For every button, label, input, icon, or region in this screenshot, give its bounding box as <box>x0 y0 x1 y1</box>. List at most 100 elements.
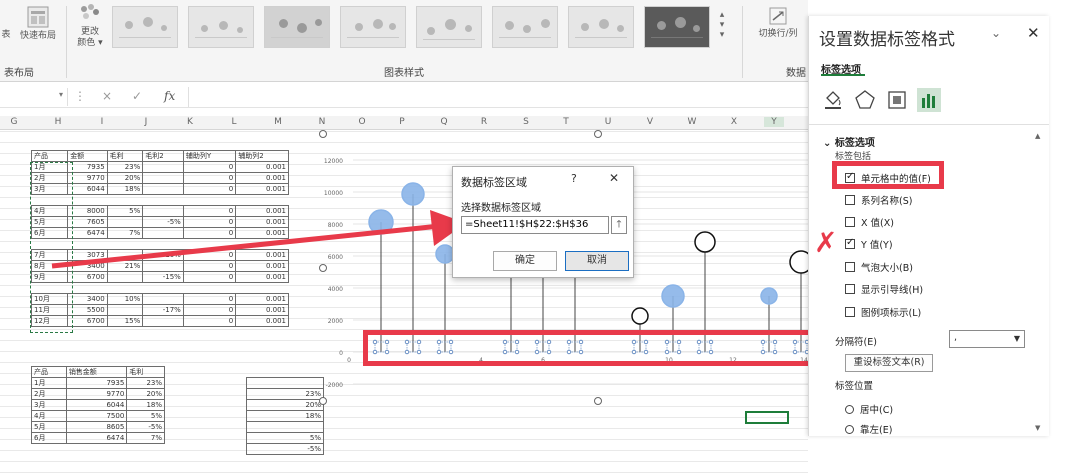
size-properties-icon[interactable] <box>885 88 909 112</box>
table-cell[interactable]: 0.001 <box>235 161 289 173</box>
table-cell[interactable]: 0 <box>182 172 237 184</box>
fill-line-icon[interactable] <box>821 88 845 112</box>
table-cell[interactable]: 9770 <box>67 172 108 184</box>
table-cell[interactable]: 0 <box>182 315 237 327</box>
table-cell[interactable]: 0.001 <box>235 293 289 305</box>
table-cell[interactable]: 0.001 <box>235 216 289 228</box>
table-header-cell[interactable]: 毛利 <box>126 366 165 378</box>
table-button[interactable]: 表 <box>0 30 12 41</box>
table-cell[interactable]: 23% <box>246 388 324 400</box>
table-cell[interactable] <box>142 315 184 327</box>
table-cell[interactable]: 5% <box>126 410 165 422</box>
table-cell[interactable]: 7605 <box>67 216 108 228</box>
chart-style-8[interactable] <box>644 6 710 48</box>
table-cell[interactable]: 3073 <box>67 249 108 261</box>
checkbox[interactable] <box>845 237 855 249</box>
selected-cell[interactable] <box>745 411 789 424</box>
table-cell[interactable]: 21% <box>106 260 144 272</box>
checkbox[interactable] <box>845 262 855 272</box>
column-header[interactable]: K <box>180 117 200 127</box>
radio-button[interactable] <box>845 425 854 434</box>
checkbox[interactable] <box>845 195 855 205</box>
change-colors-button[interactable]: 更改 颜色 ▾ <box>72 4 108 49</box>
column-header[interactable]: R <box>474 117 494 127</box>
table-cell[interactable]: 8000 <box>67 205 108 217</box>
more-options-icon[interactable]: ⋮ <box>74 89 86 103</box>
chevron-down-icon[interactable]: ⌄ <box>991 26 1001 40</box>
chart-resize-handle[interactable] <box>319 130 327 138</box>
table-cell[interactable]: 6700 <box>67 315 108 327</box>
table-cell[interactable] <box>67 282 108 294</box>
table-cell[interactable] <box>67 194 108 206</box>
chart-style-2[interactable] <box>188 6 254 48</box>
table-cell[interactable]: 7935 <box>65 377 128 389</box>
chart-resize-handle[interactable] <box>594 130 602 138</box>
table-cell[interactable]: 6474 <box>65 432 128 444</box>
table-cell[interactable]: 6044 <box>67 183 108 195</box>
table-header-cell[interactable]: 毛利2 <box>142 150 184 162</box>
table-cell[interactable] <box>142 161 184 173</box>
gallery-more-arrow[interactable]: ▴ ▾ ▾ <box>716 10 728 50</box>
table-cell[interactable] <box>142 282 184 294</box>
ok-button[interactable]: 确定 <box>493 251 557 271</box>
table-cell[interactable]: 4月 <box>31 410 67 422</box>
table-cell[interactable]: 8605 <box>65 421 128 433</box>
table-cell[interactable]: 0 <box>182 260 237 272</box>
table-cell[interactable] <box>235 238 289 250</box>
table-cell[interactable]: 5月 <box>31 421 67 433</box>
option-x-value[interactable]: X 值(X) <box>845 215 894 229</box>
table-cell[interactable]: 6月 <box>31 432 67 444</box>
column-header[interactable]: P <box>392 117 412 127</box>
cancel-icon[interactable]: × <box>102 89 112 103</box>
section-label-options[interactable]: ⌄ 标签选项 <box>823 134 875 149</box>
option-legend-key[interactable]: 图例项标示(L) <box>845 305 921 319</box>
table-header-cell[interactable]: 销售金额 <box>65 366 128 378</box>
table-header-cell[interactable]: 毛利 <box>106 150 144 162</box>
table-cell[interactable] <box>183 238 236 250</box>
column-header[interactable]: X <box>724 117 744 127</box>
table-cell[interactable]: 20% <box>106 172 144 184</box>
table-cell[interactable]: 0.001 <box>235 183 289 195</box>
radio-left[interactable]: 靠左(E) <box>845 422 892 436</box>
column-header[interactable]: S <box>516 117 536 127</box>
table-header-cell[interactable]: 辅助列Y <box>182 150 237 162</box>
separator-select[interactable]: , ▼ <box>949 330 1025 348</box>
table-cell[interactable]: 0.001 <box>235 205 289 217</box>
column-header[interactable]: H <box>48 117 68 127</box>
chart-style-5[interactable] <box>416 6 482 48</box>
column-header[interactable]: U <box>598 117 618 127</box>
table-cell[interactable]: -10% <box>142 249 184 261</box>
collapse-range-icon[interactable]: 🡑 <box>611 216 627 234</box>
radio-center[interactable]: 居中(C) <box>845 402 893 416</box>
table-cell[interactable]: -5% <box>246 443 324 455</box>
table-cell[interactable]: 23% <box>126 377 165 389</box>
table-cell[interactable]: 5500 <box>67 304 108 316</box>
table-cell[interactable]: 5% <box>246 432 324 444</box>
table-cell[interactable] <box>246 421 324 433</box>
table-cell[interactable]: 20% <box>126 388 165 400</box>
close-icon[interactable]: ✕ <box>1027 24 1040 42</box>
table-cell[interactable]: 15% <box>106 315 144 327</box>
pane-scrollbar[interactable]: ▲ ▼ <box>1035 132 1043 432</box>
table-cell[interactable]: 18% <box>126 399 165 411</box>
table-cell[interactable]: 18% <box>246 410 324 422</box>
formula-input[interactable] <box>188 87 808 107</box>
name-box[interactable]: ▾ <box>0 88 68 106</box>
option-leader-lines[interactable]: 显示引导线(H) <box>845 282 923 296</box>
column-header[interactable]: L <box>224 117 244 127</box>
table-cell[interactable]: 0 <box>182 227 237 239</box>
table-cell[interactable]: 0.001 <box>235 260 289 272</box>
table-cell[interactable]: 0.001 <box>235 172 289 184</box>
chart-resize-handle[interactable] <box>319 264 327 272</box>
table-cell[interactable]: 0 <box>182 161 237 173</box>
table-cell[interactable]: 18% <box>106 183 144 195</box>
option-y-value[interactable]: Y 值(Y) <box>845 237 893 251</box>
quick-layout-button[interactable]: 快速布局 <box>16 6 60 42</box>
chart-resize-handle[interactable] <box>319 397 327 405</box>
confirm-icon[interactable]: ✓ <box>132 89 142 103</box>
switch-row-col-button[interactable]: 切换行/列 <box>750 6 806 40</box>
chart-style-6[interactable] <box>492 6 558 48</box>
table-cell[interactable] <box>246 377 324 389</box>
table-cell[interactable] <box>142 194 184 206</box>
checkbox[interactable] <box>845 284 855 294</box>
